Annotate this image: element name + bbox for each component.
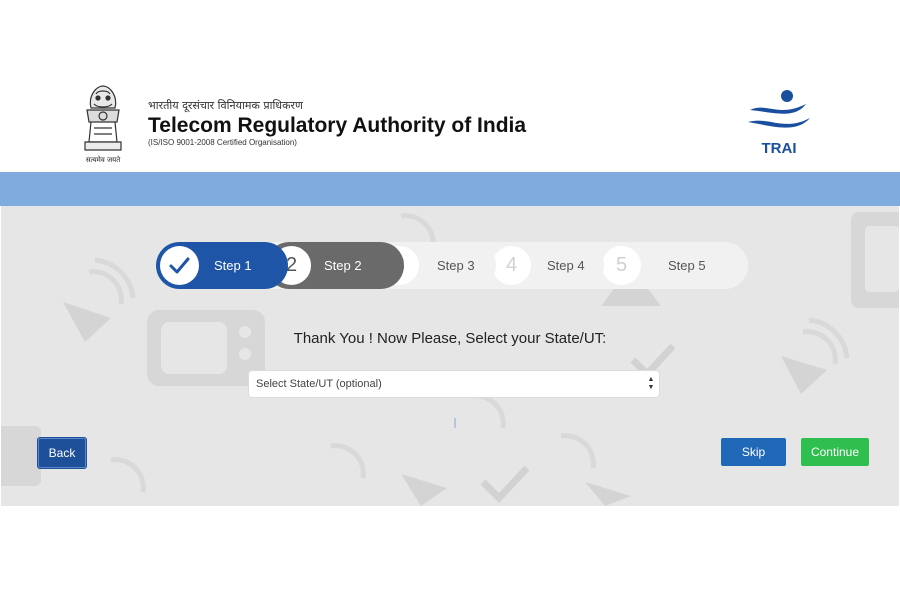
wizard-panel: Step 1 2 Step 2 3 Step 3 4 Step 4 5 Step… xyxy=(1,206,899,506)
step-1-label: Step 1 xyxy=(214,258,252,273)
state-select[interactable]: Select State/UT (optional) ▲ ▼ xyxy=(249,371,659,397)
skip-button[interactable]: Skip xyxy=(721,438,786,466)
state-select-value: Select State/UT (optional) xyxy=(256,378,382,390)
continue-button[interactable]: Continue xyxy=(801,438,869,466)
progress-stepper: Step 1 2 Step 2 3 Step 3 4 Step 4 5 Step… xyxy=(156,242,748,289)
text-cursor xyxy=(454,418,456,428)
org-name: Telecom Regulatory Authority of India xyxy=(148,114,527,137)
step-1-check-icon xyxy=(160,246,199,285)
trai-logo-text: TRAI xyxy=(761,140,797,157)
header-band xyxy=(0,172,900,206)
national-emblem-icon: सत्यमेव जयते xyxy=(76,80,130,168)
site-header: सत्यमेव जयते भारतीय दूरसंचार विनियामक प्… xyxy=(0,0,900,172)
step-4-number: 4 xyxy=(492,246,531,285)
step-3-label: Step 3 xyxy=(437,258,475,273)
certification-note: (IS/ISO 9001-2008 Certified Organisation… xyxy=(148,138,297,147)
state-prompt: Thank You ! Now Please, Select your Stat… xyxy=(293,330,607,347)
emblem-motto: सत्यमेव जयते xyxy=(85,156,121,164)
org-name-hindi: भारतीय दूरसंचार विनियामक प्राधिकरण xyxy=(148,99,303,112)
select-arrows-icon: ▲ ▼ xyxy=(647,376,655,391)
step-4[interactable]: 4 Step 4 xyxy=(490,242,604,289)
step-5[interactable]: 5 Step 5 xyxy=(600,242,748,289)
step-5-number: 5 xyxy=(602,246,641,285)
step-4-label: Step 4 xyxy=(547,258,585,273)
trai-logo-icon[interactable]: TRAI xyxy=(744,88,814,160)
step-5-label: Step 5 xyxy=(668,258,706,273)
step-2-label: Step 2 xyxy=(324,258,362,273)
back-button[interactable]: Back xyxy=(38,438,86,468)
step-1[interactable]: Step 1 xyxy=(156,242,288,289)
